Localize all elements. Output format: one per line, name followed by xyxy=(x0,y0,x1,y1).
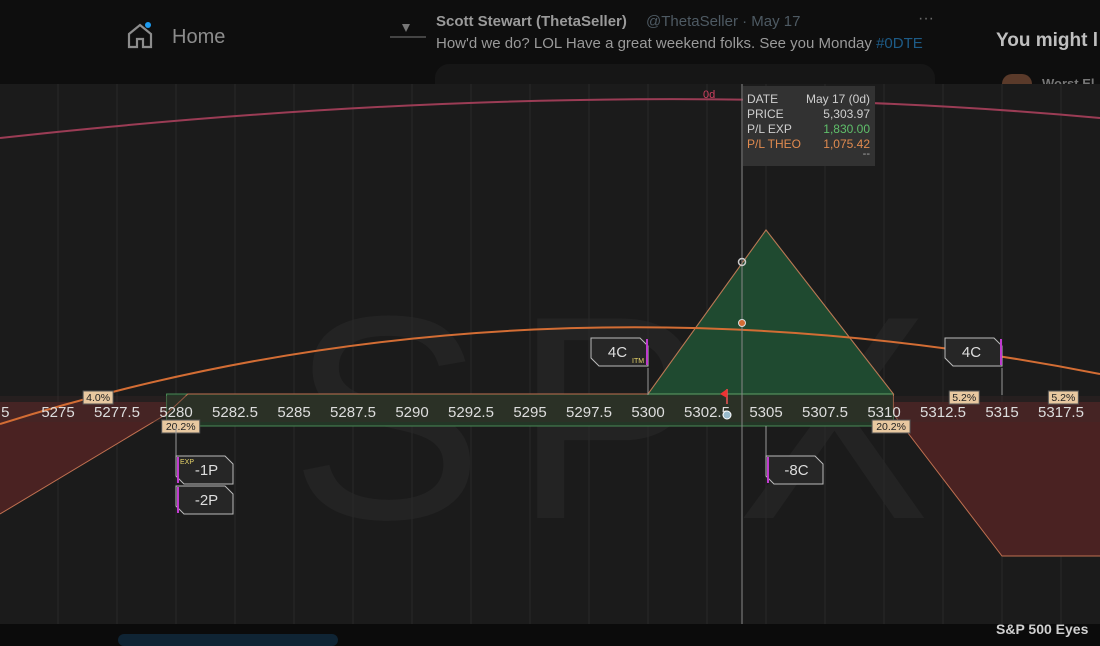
x-tick-label: 5277.5 xyxy=(94,404,140,421)
footer-pill[interactable] xyxy=(118,634,338,646)
x-tick-label: 5307.5 xyxy=(802,404,848,421)
pct-label: 5.2% xyxy=(1051,392,1075,404)
x-tick-label: 5305 xyxy=(749,404,782,421)
x-tick-label: 5315 xyxy=(985,404,1018,421)
tooltip-date-value: May 17 (0d) xyxy=(805,92,870,106)
tooltip-date-label: DATE xyxy=(747,92,779,106)
strike-label-text: -8C xyxy=(784,462,808,479)
home-nav-label[interactable]: Home xyxy=(172,26,225,49)
tweet-text-body: How'd we do? LOL Have a great weekend fo… xyxy=(436,35,877,52)
strike-badge: ITM xyxy=(632,358,644,365)
suggested-avatar[interactable] xyxy=(1002,74,1032,84)
more-icon[interactable]: ··· xyxy=(918,10,934,28)
risk-profile-chart[interactable]: SPX 0d2.552755277.552805282.552855287.55… xyxy=(0,84,1100,624)
x-tick-label: 5312.5 xyxy=(920,404,966,421)
tooltip-theo-row: P/L THEO 1,075.42 xyxy=(747,137,870,152)
strike-marker xyxy=(177,487,179,513)
x-tick-label: 5287.5 xyxy=(330,404,376,421)
x-tick-label: 5317.5 xyxy=(1038,404,1084,421)
tooltip-extra: -- xyxy=(862,148,870,160)
strike-label-text: -2P xyxy=(195,492,218,509)
x-tick-label: 5282.5 xyxy=(212,404,258,421)
x-tick-label: 5275 xyxy=(41,404,74,421)
strike-marker xyxy=(177,457,179,483)
tooltip-exp-row: P/L EXP 1,830.00 xyxy=(747,122,870,137)
current-price-dot xyxy=(722,410,732,420)
tooltip-date-row: DATE May 17 (0d) xyxy=(747,92,870,107)
x-tick-label: 5292.5 xyxy=(448,404,494,421)
home-icon[interactable] xyxy=(126,22,154,50)
tweet-author[interactable]: Scott Stewart (ThetaSeller) xyxy=(436,13,627,30)
chart-canvas[interactable]: 0d 2.5 5275 5277.5 5280 5282.5 5285 5287.5 5290 5… xyxy=(0,84,1100,624)
tweet-text: How'd we do? LOL Have a great weekend fo… xyxy=(436,35,923,52)
tooltip-exp-label: P/L EXP xyxy=(747,122,792,136)
x-tick-label: 5285 xyxy=(277,404,310,421)
x-tick-label: 5302.5 xyxy=(684,404,730,421)
x-tick-label: 5280 xyxy=(159,404,192,421)
strike-marker xyxy=(646,339,648,365)
sidebar-heading: You might l xyxy=(996,30,1099,51)
crosshair-theo-marker xyxy=(738,319,746,327)
tweet-handle[interactable]: @ThetaSeller · May 17 xyxy=(646,13,800,30)
strike-label-text: 4C xyxy=(962,344,981,361)
pct-label: 20.2% xyxy=(166,421,196,433)
x-tick-label: 5290 xyxy=(395,404,428,421)
pct-label: 4.0% xyxy=(86,392,110,404)
strike-label-text: -1P xyxy=(195,462,218,479)
strike-marker xyxy=(767,457,769,483)
pct-label: 20.2% xyxy=(876,421,906,433)
x-tick-label: 2.5 xyxy=(0,404,9,421)
x-tick-label: 5295 xyxy=(513,404,546,421)
tooltip-exp-value: 1,830.00 xyxy=(823,122,870,136)
tooltip-price-row: PRICE 5,303.97 xyxy=(747,107,870,122)
x-tick-label: 5310 xyxy=(867,404,900,421)
today-label: 0d xyxy=(703,89,715,101)
price-tooltip: DATE May 17 (0d) PRICE 5,303.97 P/L EXP … xyxy=(743,86,875,166)
tweet-media[interactable] xyxy=(435,64,935,84)
x-tick-label: 5297.5 xyxy=(566,404,612,421)
tweet-avatar[interactable] xyxy=(388,20,428,42)
strike-marker xyxy=(1000,339,1002,365)
strike-label-text: 4C xyxy=(608,344,627,361)
exp-pl-line xyxy=(0,229,1100,557)
tooltip-theo-label: P/L THEO xyxy=(747,137,802,151)
tooltip-price-label: PRICE xyxy=(747,107,784,121)
tweet-hashtag[interactable]: #0DTE xyxy=(876,35,923,52)
profit-region xyxy=(647,229,895,395)
loss-region-right xyxy=(893,402,1100,556)
tooltip-price-value: 5,303.97 xyxy=(823,107,870,121)
strike-badge: EXP xyxy=(180,459,194,466)
x-tick-label: 5300 xyxy=(631,404,664,421)
pct-label: 5.2% xyxy=(952,392,976,404)
upper-theo-curve xyxy=(0,98,1100,139)
